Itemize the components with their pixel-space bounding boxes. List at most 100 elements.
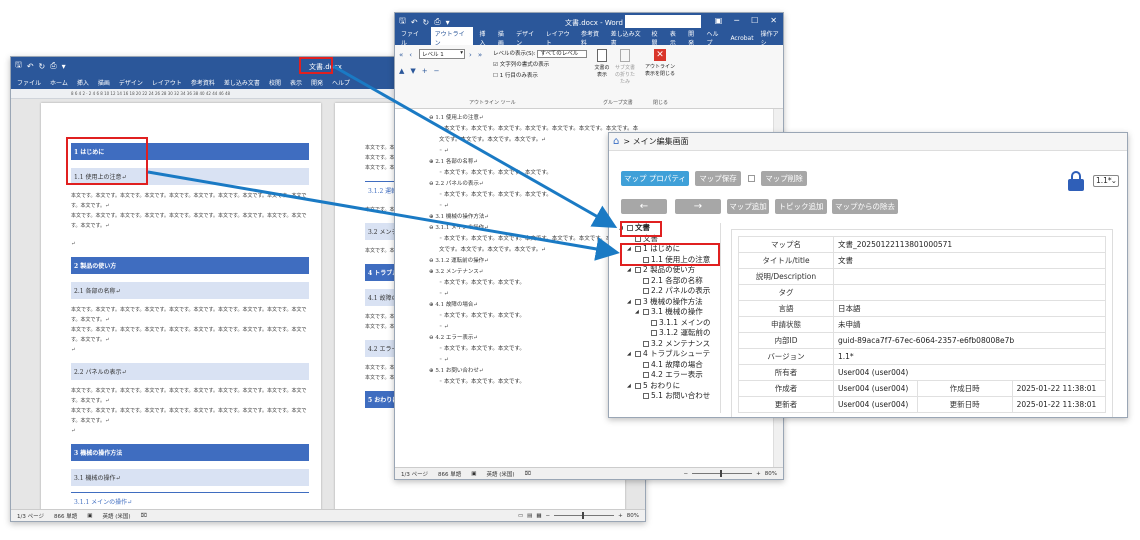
zoom-out-icon[interactable]: −	[684, 471, 689, 477]
redo-icon[interactable]: ↻	[423, 18, 430, 27]
maximize-icon[interactable]: ☐	[751, 16, 758, 25]
tree-node[interactable]: 4.2 エラー表示	[619, 370, 720, 381]
collapse-icon[interactable]: −	[434, 67, 440, 75]
expand-toggle-icon[interactable]: ◢	[627, 381, 633, 392]
demote-icon[interactable]: ›	[469, 51, 472, 59]
accessibility-icon[interactable]: ⌧	[141, 513, 147, 519]
menu-tab[interactable]: 開発	[311, 78, 323, 87]
map-save-button[interactable]: マップ保存	[695, 171, 741, 186]
close-icon[interactable]: ✕	[770, 16, 777, 25]
table-row: 更新者 User004 (user004) 更新日時 2025-01-22 11:38…	[738, 396, 1107, 413]
forward-button[interactable]: →	[675, 199, 721, 214]
proofing-icon[interactable]: ▣	[471, 471, 476, 477]
word-count[interactable]: 866 単語	[54, 512, 77, 520]
undo-icon[interactable]: ↶	[411, 18, 418, 27]
customize-qat-icon[interactable]: ▾	[62, 62, 66, 71]
tree-node[interactable]: 3.1.1 メインの	[619, 318, 720, 329]
home-icon[interactable]: ⌂	[613, 136, 619, 147]
tree-node-label: 2.1 各部の名称	[651, 275, 703, 285]
menu-tab[interactable]: 表示	[290, 78, 302, 87]
zoom-level[interactable]: 80%	[627, 513, 639, 519]
web-layout-icon[interactable]: ▦	[536, 513, 541, 519]
add-topic-button[interactable]: トピック追加	[775, 199, 827, 214]
promote-icon[interactable]: ‹	[409, 51, 412, 59]
outline-level-select[interactable]: レベル 1 ▾	[419, 49, 465, 59]
save-icon[interactable]: 🖫	[399, 15, 406, 29]
collapse-subdoc-button[interactable]: サブ文書の折りたたみ	[613, 49, 637, 85]
show-format-checkbox[interactable]: ☑ 文字列の書式の表示	[493, 60, 587, 71]
tree-node[interactable]: 3.2 メンテナンス	[619, 339, 720, 350]
show-level-select[interactable]: すべてのレベル	[537, 50, 588, 58]
print-layout-icon[interactable]: ▤	[527, 513, 532, 519]
lock-icon[interactable]	[1068, 171, 1084, 191]
menu-tab[interactable]: デザイン	[119, 78, 143, 87]
zoom-level[interactable]: 80%	[765, 471, 777, 477]
topic-icon	[635, 267, 641, 274]
language[interactable]: 英語 (米国)	[486, 470, 514, 478]
move-down-icon[interactable]: ▼	[410, 67, 415, 75]
show-document-button[interactable]: 文書の表示	[593, 49, 611, 78]
tree-node[interactable]: ◢ 4 トラブルシューテ	[619, 349, 720, 360]
move-up-icon[interactable]: ▲	[399, 67, 404, 75]
first-line-checkbox[interactable]: ☐ 1 行目のみ表示	[493, 71, 587, 82]
menu-tab[interactable]: Acrobat	[730, 35, 753, 42]
print-preview-icon[interactable]: ⎙	[434, 17, 440, 27]
menu-tab[interactable]: 参考資料	[191, 78, 215, 87]
menu-tab[interactable]: ファイル	[17, 78, 41, 87]
promote-top-icon[interactable]: «	[399, 51, 403, 59]
tree-node[interactable]: 5.1 お問い合わせ	[619, 391, 720, 402]
redo-icon[interactable]: ↻	[39, 62, 46, 71]
add-map-button[interactable]: マップ追加	[727, 199, 769, 214]
tree-node[interactable]: ◢ 3 機械の操作方法	[619, 297, 720, 308]
page-count[interactable]: 1/3 ページ	[401, 470, 428, 478]
search-box[interactable]	[625, 15, 701, 28]
tree-node[interactable]: ◢ 3.1 機械の操作	[619, 307, 720, 318]
read-mode-icon[interactable]: ▭	[518, 513, 523, 519]
undo-icon[interactable]: ↶	[27, 62, 34, 71]
tree-node[interactable]: 2.2 パネルの表示	[619, 286, 720, 297]
menu-tab[interactable]: 差し込み文書	[224, 78, 260, 87]
zoom-in-icon[interactable]: +	[756, 471, 761, 477]
tree-node[interactable]: 3.1.2 運転前の	[619, 328, 720, 339]
tree-node[interactable]: ◢ 2 製品の使い方	[619, 265, 720, 276]
accessibility-icon[interactable]: ⌧	[525, 471, 531, 477]
expand-toggle-icon[interactable]: ◢	[635, 307, 641, 318]
minimize-icon[interactable]: ─	[734, 16, 739, 25]
tree-node[interactable]: 2.1 各部の名称	[619, 276, 720, 287]
subdoc-icon	[620, 49, 630, 62]
map-delete-button[interactable]: マップ削除	[761, 171, 807, 186]
zoom-slider[interactable]	[554, 512, 615, 519]
remove-from-map-button[interactable]: マップからの除去	[832, 199, 898, 214]
zoom-in-icon[interactable]: +	[618, 513, 623, 519]
menu-tab[interactable]: 描画	[98, 78, 110, 87]
expand-toggle-icon[interactable]: ◢	[627, 349, 633, 360]
menu-tab[interactable]: ホーム	[50, 78, 68, 87]
ribbon-display-icon[interactable]: ▣	[715, 16, 723, 25]
close-outline-button[interactable]: ✕ アウトライン表示を閉じる	[643, 49, 677, 77]
expand-toggle-icon[interactable]: ◢	[627, 297, 633, 308]
tree-node[interactable]: ◢ 5 おわりに	[619, 381, 720, 392]
table-row: 作成者 User004 (user004) 作成日時 2025-01-22 11:38…	[738, 380, 1107, 397]
zoom-slider[interactable]	[692, 470, 753, 477]
demote-body-icon[interactable]: »	[478, 51, 482, 59]
map-properties-button[interactable]: マップ プロパティ	[621, 171, 689, 186]
customize-qat-icon[interactable]: ▾	[446, 18, 450, 27]
word-count[interactable]: 866 単語	[438, 470, 461, 478]
back-button[interactable]: ←	[621, 199, 667, 214]
proofing-icon[interactable]: ▣	[87, 513, 92, 519]
map-delete-checkbox[interactable]	[748, 175, 755, 182]
menu-tab[interactable]: ヘルプ	[332, 78, 350, 87]
expand-icon[interactable]: +	[422, 67, 428, 75]
outline-paragraph[interactable]: ⊖ 1.1 使用上の注意↵	[409, 113, 773, 124]
menu-tab[interactable]: 校閲	[269, 78, 281, 87]
tree-node[interactable]: 4.1 故障の場合	[619, 360, 720, 371]
language[interactable]: 英語 (米国)	[102, 512, 130, 520]
expand-toggle-icon[interactable]: ◢	[627, 265, 633, 276]
menu-tab[interactable]: 挿入	[77, 78, 89, 87]
zoom-out-icon[interactable]: −	[546, 513, 551, 519]
print-preview-icon[interactable]: ⎙	[50, 61, 56, 71]
version-select[interactable]: 1.1* ⌄	[1093, 175, 1119, 187]
page-count[interactable]: 1/3 ページ	[17, 512, 44, 520]
save-icon[interactable]: 🖫	[15, 59, 22, 73]
menu-tab[interactable]: レイアウト	[152, 78, 182, 87]
